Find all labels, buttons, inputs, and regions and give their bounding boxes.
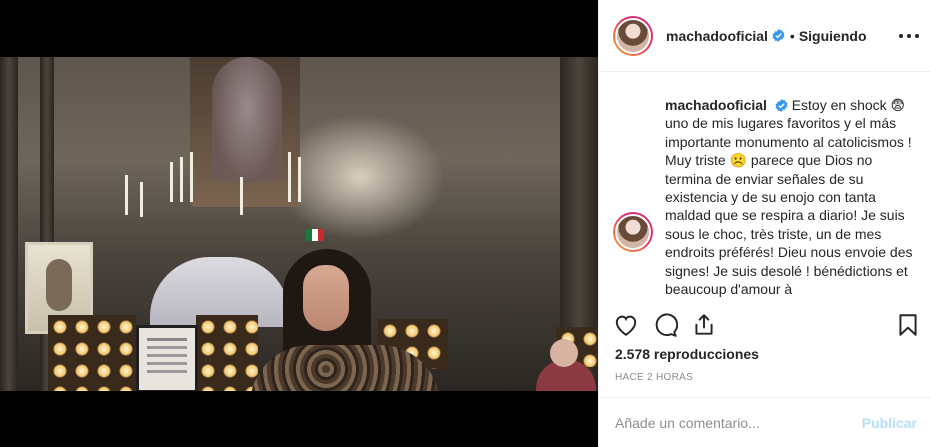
publish-button[interactable]: Publicar — [862, 415, 917, 431]
separator-dot: • — [789, 27, 795, 44]
instagram-post: machadooficial • Siguiendo machadooficia… — [0, 0, 930, 447]
info-sign — [136, 325, 198, 391]
madonna-painting — [212, 57, 282, 182]
comment-bar: Publicar — [599, 397, 930, 447]
dot — [907, 34, 911, 38]
caption-block: machadooficial Estoy en shock 😨 uno de m… — [613, 90, 923, 297]
share-icon[interactable] — [691, 312, 717, 338]
verified-badge-icon — [772, 29, 785, 42]
candle — [240, 177, 243, 215]
verified-badge-icon — [775, 99, 788, 112]
header-username[interactable]: machadooficial — [666, 28, 768, 44]
post-sidebar: machadooficial • Siguiendo machadooficia… — [598, 0, 930, 447]
candle — [298, 157, 301, 202]
votive-candles — [48, 315, 136, 391]
votive-candles — [196, 315, 258, 391]
following-button[interactable]: Siguiendo — [799, 28, 867, 44]
candle — [180, 157, 183, 202]
candle — [125, 175, 128, 215]
action-bar — [599, 312, 930, 340]
view-count[interactable]: 2.578 reproducciones — [615, 346, 759, 362]
caption-body: Estoy en shock 😨 uno de mis lugares favo… — [665, 97, 913, 298]
candle — [190, 152, 193, 202]
caption-username[interactable]: machadooficial — [665, 97, 767, 113]
pillar-left — [0, 57, 18, 391]
bookmark-icon[interactable] — [895, 312, 921, 338]
dot — [915, 34, 919, 38]
avatar — [615, 214, 651, 250]
candle — [170, 162, 173, 202]
post-timestamp[interactable]: HACE 2 HORAS — [615, 372, 693, 383]
flag — [306, 229, 324, 241]
media-container — [0, 0, 598, 447]
more-options-icon[interactable] — [899, 26, 919, 46]
caption-text-container: machadooficial Estoy en shock 😨 uno de m… — [665, 96, 915, 298]
profile-avatar-ring[interactable] — [613, 15, 653, 56]
comment-input[interactable] — [615, 414, 862, 431]
candle — [140, 182, 143, 217]
heart-icon[interactable] — [613, 312, 639, 338]
comment-icon[interactable] — [652, 312, 678, 338]
caption-avatar-ring[interactable] — [613, 212, 653, 252]
candle — [288, 152, 291, 202]
post-video[interactable] — [0, 57, 598, 391]
avatar — [615, 17, 651, 54]
dot — [899, 34, 903, 38]
woman-face — [303, 265, 349, 331]
post-header: machadooficial • Siguiendo — [599, 0, 930, 72]
